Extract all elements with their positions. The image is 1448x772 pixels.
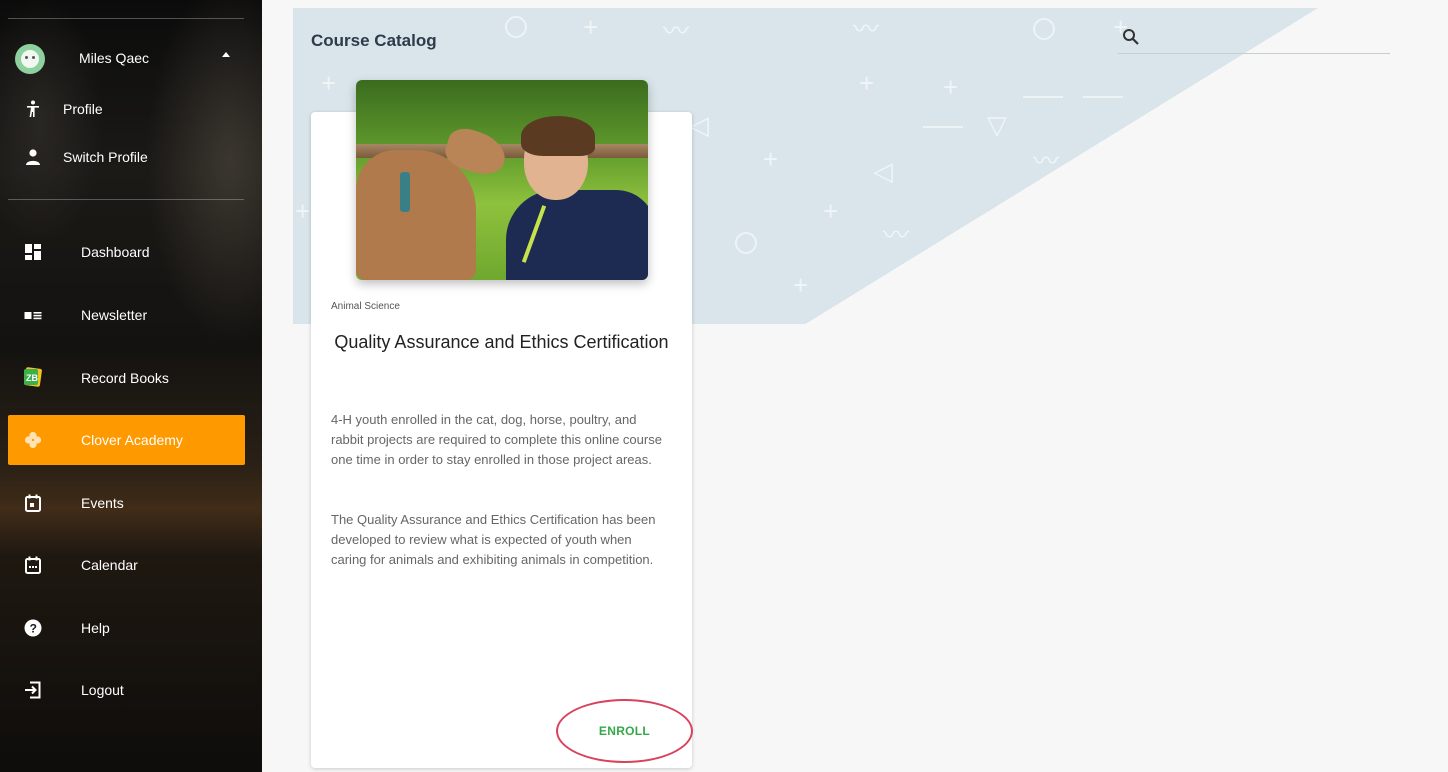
sidebar-item-profile[interactable]: Profile: [0, 94, 262, 124]
image-goat-collar: [400, 172, 410, 212]
newsletter-icon: [24, 312, 42, 320]
sidebar-divider: [8, 199, 244, 200]
sidebar-item-label: Help: [81, 620, 110, 636]
page-title: Course Catalog: [311, 31, 437, 50]
sidebar-item-label: Switch Profile: [63, 149, 148, 165]
course-image: [356, 80, 648, 280]
svg-text:?: ?: [30, 622, 37, 636]
dashboard-icon: [25, 244, 41, 260]
avatar-face-icon: [21, 50, 39, 68]
sidebar-item-events[interactable]: Events: [8, 478, 245, 528]
course-title: Quality Assurance and Ethics Certificati…: [334, 332, 669, 352]
user-name: Miles Qaec: [79, 50, 150, 66]
decor-triangle-icon: ◁: [689, 110, 709, 140]
calendar-icon: [25, 556, 41, 574]
decor-line: [1083, 96, 1123, 98]
decor-plus-icon: +: [793, 270, 809, 300]
person-walking-icon: [27, 100, 39, 117]
decor-circle-icon: [1033, 18, 1055, 40]
sidebar-item-clover-academy[interactable]: Clover Academy: [8, 415, 245, 465]
sidebar-item-newsletter[interactable]: Newsletter: [8, 290, 245, 340]
sidebar-item-logout[interactable]: Logout: [8, 665, 245, 715]
image-boy-body: [506, 190, 648, 280]
help-icon: ?: [24, 619, 42, 637]
sidebar-divider: [8, 18, 244, 19]
sidebar-item-calendar[interactable]: Calendar: [8, 540, 245, 590]
course-description: The Quality Assurance and Ethics Certifi…: [331, 512, 656, 567]
sidebar-item-help[interactable]: ? Help: [8, 603, 245, 653]
decor-circle-icon: [735, 232, 757, 254]
decor-triangle-icon: ◁: [873, 156, 893, 186]
enroll-button[interactable]: ENROLL: [556, 699, 693, 763]
decor-triangle-icon: ▽: [987, 110, 1007, 140]
decor-plus-icon: +: [823, 196, 839, 226]
sidebar-item-record-books[interactable]: ZB Record Books: [8, 353, 245, 403]
decor-wave-icon: 〰: [663, 16, 690, 46]
sidebar-item-switch-profile[interactable]: Switch Profile: [0, 142, 262, 172]
decor-plus-icon: +: [295, 196, 311, 226]
sidebar-item-label: Dashboard: [81, 244, 150, 260]
search-input[interactable]: [1150, 26, 1386, 50]
sidebar-item-label: Newsletter: [81, 307, 148, 323]
enroll-button-label: ENROLL: [598, 724, 651, 738]
decor-wave-icon: 〰: [1033, 146, 1060, 176]
search-bar[interactable]: [1118, 24, 1390, 54]
caret-up-icon[interactable]: [222, 52, 230, 57]
decor-plus-icon: +: [859, 68, 875, 98]
record-books-icon: ZB: [24, 367, 42, 387]
sidebar-item-label: Clover Academy: [81, 432, 183, 448]
decor-line: [923, 126, 963, 128]
image-boy-hair: [521, 116, 595, 156]
decor-circle-icon: [505, 16, 527, 38]
logout-icon: [25, 681, 41, 699]
sidebar-item-dashboard[interactable]: Dashboard: [8, 227, 245, 277]
decor-plus-icon: +: [583, 12, 599, 42]
sidebar-item-label: Profile: [63, 101, 103, 117]
decor-plus-icon: +: [943, 72, 959, 102]
svg-text:ZB: ZB: [26, 373, 38, 383]
sidebar-item-label: Logout: [81, 682, 124, 698]
sidebar: Miles Qaec Profile Switch Profile Dashbo…: [0, 0, 262, 772]
course-category: Animal Science: [331, 301, 400, 312]
avatar: [15, 44, 45, 74]
person-icon: [26, 149, 40, 165]
sidebar-item-label: Calendar: [81, 557, 138, 573]
sidebar-item-label: Record Books: [81, 370, 169, 386]
decor-wave-icon: 〰: [853, 14, 880, 44]
decor-plus-icon: +: [321, 68, 337, 98]
search-icon[interactable]: [1122, 28, 1140, 46]
event-icon: [25, 494, 41, 512]
decor-plus-icon: +: [763, 144, 779, 174]
user-menu[interactable]: Miles Qaec: [0, 40, 262, 78]
decor-line: [1023, 96, 1063, 98]
sidebar-item-label: Events: [81, 495, 124, 511]
course-description: 4-H youth enrolled in the cat, dog, hors…: [331, 412, 662, 467]
decor-wave-icon: 〰: [883, 220, 910, 250]
image-goat: [356, 150, 476, 280]
clover-icon: [24, 431, 42, 449]
